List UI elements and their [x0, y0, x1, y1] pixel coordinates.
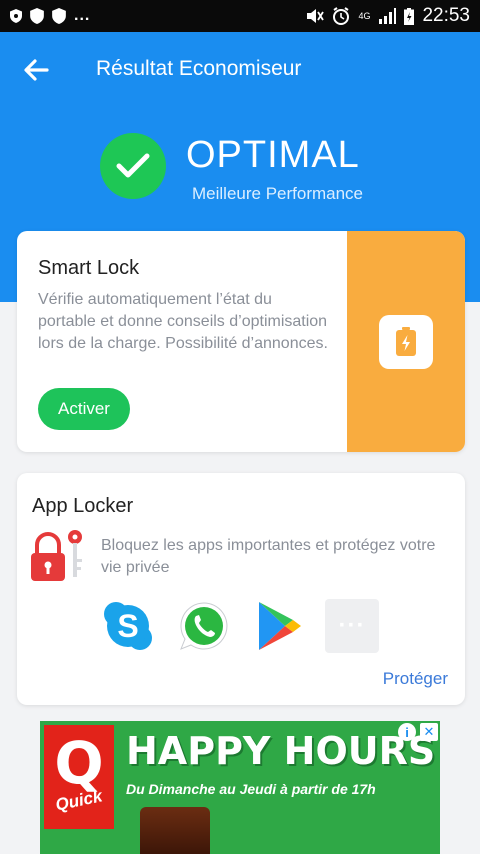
more-icon: ··· — [338, 612, 366, 639]
check-icon — [116, 153, 150, 178]
shield-icon — [10, 9, 22, 23]
status-bar-left: ... — [10, 7, 90, 25]
app-locker-title: App Locker — [32, 495, 134, 517]
status-subtitle: Meilleure Performance — [192, 184, 364, 203]
clock: 22:53 — [422, 5, 470, 26]
ad-info-icon[interactable]: i — [398, 723, 416, 741]
smart-lock-card: Smart Lock Vérifie automatiquement l’éta… — [17, 231, 465, 452]
status-check-badge — [100, 133, 166, 199]
app-google-play[interactable] — [252, 599, 306, 653]
drink-image — [140, 807, 210, 854]
google-play-icon — [259, 602, 301, 650]
alarm-icon — [333, 7, 350, 25]
battery-charging-icon — [396, 326, 416, 356]
smart-lock-description: Vérifie automatiquement l’état du portab… — [38, 291, 328, 352]
signal-icon — [379, 8, 397, 24]
smart-lock-title: Smart Lock — [38, 257, 140, 279]
ad-subline: Du Dimanche au Jeudi à partir de 17h — [126, 781, 376, 797]
notification-overflow: ... — [74, 7, 91, 24]
back-button[interactable] — [20, 54, 52, 86]
shield-icon — [30, 8, 44, 24]
status-title: OPTIMAL — [186, 134, 360, 176]
app-locker-description: Bloquez les apps importantes et protégez… — [101, 537, 436, 576]
smart-lock-illustration — [347, 231, 465, 452]
ad-close-icon[interactable]: ✕ — [420, 723, 438, 741]
activate-button[interactable]: Activer — [38, 388, 130, 430]
battery-icon — [404, 7, 415, 25]
more-apps-button[interactable]: ··· — [325, 599, 379, 653]
shield-icon — [52, 8, 66, 24]
page-title: Résultat Economiseur — [96, 57, 302, 80]
ad-banner[interactable]: Q Quick HAPPY HOURS Du Dimanche au Jeudi… — [40, 721, 440, 854]
app-skype[interactable]: S — [101, 599, 155, 653]
app-whatsapp[interactable] — [177, 599, 231, 653]
arrow-left-icon — [24, 59, 49, 81]
ad-controls: i ✕ — [398, 723, 438, 741]
svg-text:S: S — [117, 608, 138, 644]
network-type-label: 4G — [358, 10, 371, 21]
quick-logo: Q Quick — [44, 725, 114, 829]
skype-icon: S — [104, 602, 152, 650]
whatsapp-icon — [180, 602, 228, 650]
smart-lock-icon-tile — [379, 314, 433, 369]
ad-headline: HAPPY HOURS — [126, 729, 436, 773]
app-locker-card: App Locker Bloquez les apps importantes … — [17, 473, 465, 705]
protect-link[interactable]: Protéger — [383, 669, 448, 689]
status-bar: ... 4G 22:53 — [0, 0, 480, 32]
status-bar-right: 4G 22:53 — [306, 5, 470, 27]
mute-icon — [307, 9, 325, 23]
padlock-key-icon — [31, 530, 82, 581]
